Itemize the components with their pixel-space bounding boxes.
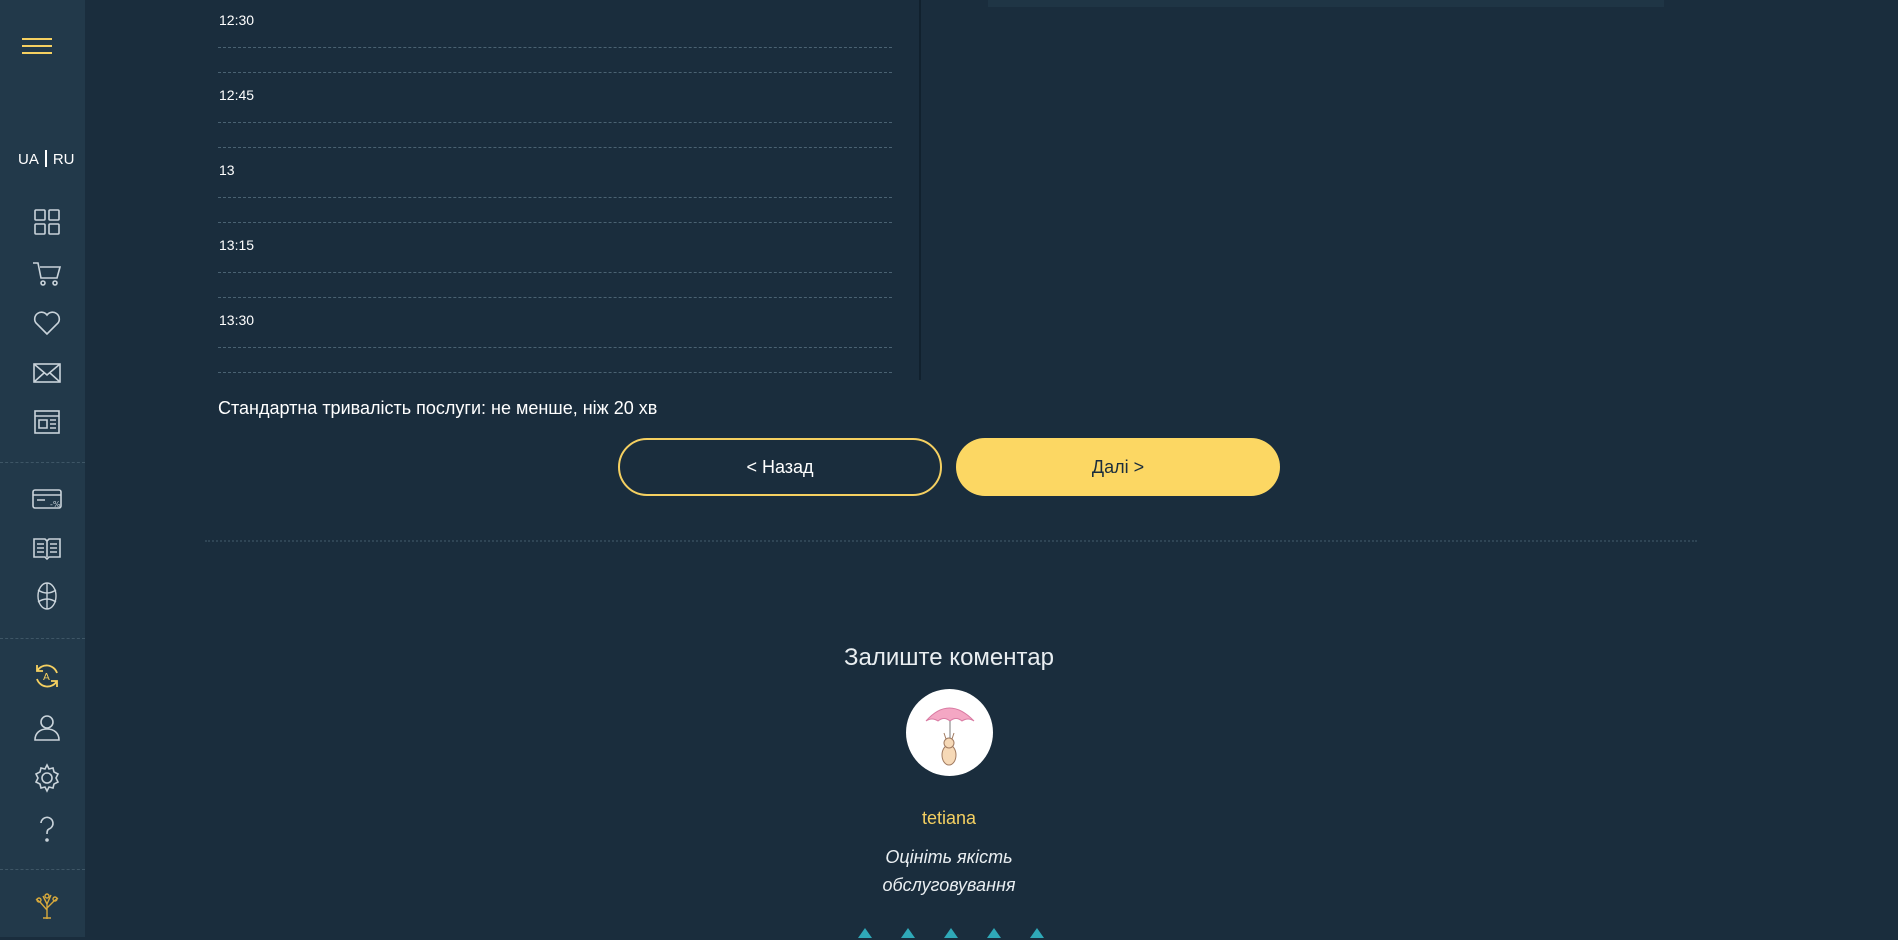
- lang-ru-link[interactable]: RU: [53, 151, 75, 168]
- time-slot[interactable]: 12:30: [218, 0, 892, 75]
- rating-prompt: Оцініть якість обслуговування: [0, 843, 1898, 899]
- gear-icon[interactable]: [27, 758, 67, 798]
- sidebar-divider: [0, 462, 85, 463]
- comment-title: Залиште коментар: [844, 644, 1054, 671]
- time-slot-label: 13: [219, 162, 235, 178]
- lang-separator: [44, 150, 47, 167]
- time-slot-label: 12:30: [219, 12, 255, 28]
- slot-divider: [218, 147, 892, 148]
- rating-stars: [0, 928, 1898, 940]
- time-schedule: 12:30 12:45 13 13:15 13:30: [218, 0, 892, 380]
- user-icon[interactable]: [27, 707, 67, 747]
- slot-divider: [218, 122, 892, 123]
- hamburger-menu-icon[interactable]: [18, 30, 58, 62]
- grid-icon[interactable]: [27, 202, 67, 242]
- service-duration-text: Стандартна тривалість послуги: не менше,…: [218, 398, 658, 418]
- language-switcher: UA RU: [18, 150, 75, 168]
- schedule-border: [919, 0, 921, 380]
- next-button[interactable]: Далі >: [956, 438, 1280, 496]
- svg-text:-%: -%: [50, 500, 61, 509]
- svg-text:A: A: [43, 672, 50, 683]
- side-panel: [988, 0, 1664, 7]
- slot-divider: [218, 47, 892, 48]
- time-slot-label: 13:30: [219, 312, 255, 328]
- comment-username: tetiana: [921, 808, 977, 828]
- time-slot[interactable]: 13:15: [218, 225, 892, 300]
- rating-prompt-line: обслуговування: [882, 875, 1016, 895]
- slot-divider: [218, 222, 892, 223]
- sidebar: UA RU -% A: [0, 0, 85, 937]
- slot-divider: [218, 197, 892, 198]
- cart-icon[interactable]: [27, 253, 67, 293]
- newspaper-icon[interactable]: [27, 402, 67, 442]
- time-slot[interactable]: 13: [218, 150, 892, 225]
- slot-divider: [218, 347, 892, 348]
- book-icon[interactable]: [27, 527, 67, 567]
- time-slot-label: 12:45: [219, 87, 255, 103]
- time-slot[interactable]: 12:45: [218, 75, 892, 150]
- avatar: [906, 689, 993, 776]
- sidebar-divider: [0, 638, 85, 639]
- back-button[interactable]: < Назад: [618, 438, 942, 496]
- slot-divider: [218, 72, 892, 73]
- slot-divider: [218, 297, 892, 298]
- section-divider: [205, 540, 1697, 542]
- lang-ua-link[interactable]: UA: [18, 151, 39, 168]
- discount-card-icon[interactable]: -%: [27, 479, 67, 519]
- heart-icon[interactable]: [27, 303, 67, 343]
- time-slot-label: 13:15: [219, 237, 255, 253]
- slot-divider: [218, 272, 892, 273]
- rating-prompt-line: Оцініть якість: [885, 847, 1013, 867]
- slot-divider: [218, 372, 892, 373]
- time-slot[interactable]: 13:30: [218, 300, 892, 375]
- globe-icon[interactable]: [27, 576, 67, 616]
- envelope-icon[interactable]: [27, 353, 67, 393]
